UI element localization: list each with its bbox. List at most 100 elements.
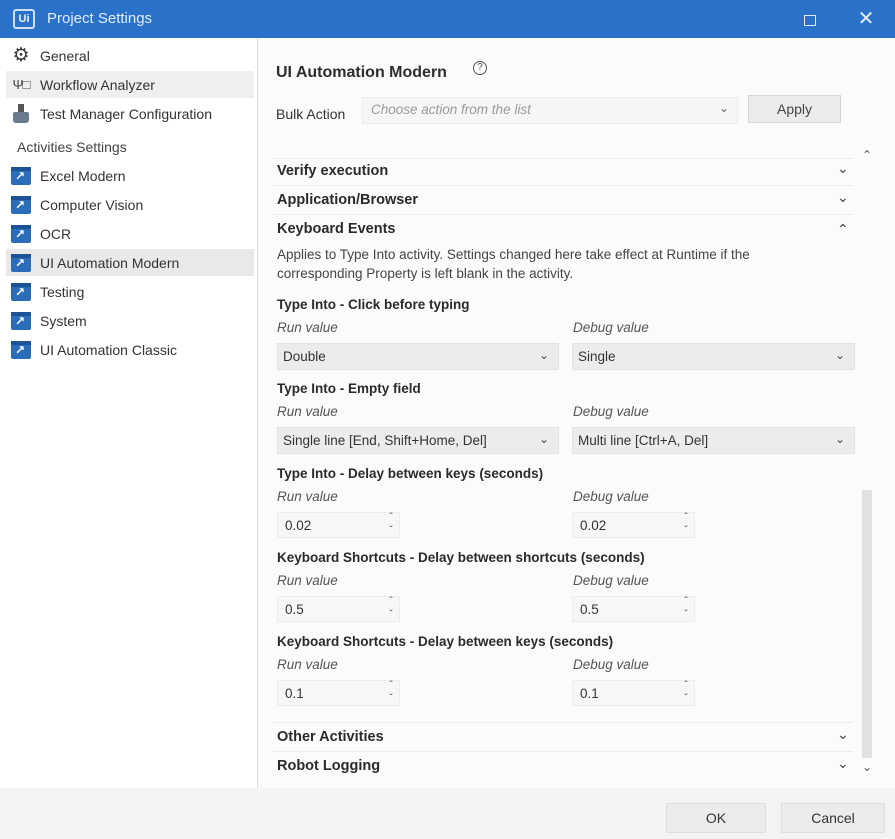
chevron-up-icon[interactable]: ⌃ xyxy=(837,221,849,238)
chevron-down-icon[interactable]: ⌄ xyxy=(837,755,849,772)
close-button[interactable]: ✕ xyxy=(852,6,880,32)
sidebar-item-label: Workflow Analyzer xyxy=(40,76,155,93)
sidebar-item-testing[interactable]: Testing xyxy=(6,278,254,305)
sidebar-item-label: OCR xyxy=(40,225,72,242)
sidebar-item-workflow-analyzer[interactable]: Ψ□ Workflow Analyzer xyxy=(6,71,254,98)
chevron-down-icon: ⌄ xyxy=(718,101,729,115)
spinner-arrows-icon[interactable]: ˆˇ xyxy=(385,511,397,537)
delay-between-keys-run-input[interactable]: 0.02 ˆˇ xyxy=(277,512,400,538)
scrollbar-thumb[interactable] xyxy=(862,490,872,758)
run-value-label: Run value xyxy=(277,657,338,672)
delay-between-keys-debug-input[interactable]: 0.02 ˆˇ xyxy=(572,512,695,538)
scroll-up-button[interactable]: ⌃ xyxy=(862,148,872,162)
package-icon xyxy=(10,195,32,215)
group-verify-execution[interactable]: Verify execution xyxy=(277,163,388,179)
click-before-typing-run-select[interactable]: Double ⌄ xyxy=(277,343,559,370)
group-other-activities[interactable]: Other Activities xyxy=(277,729,384,745)
sidebar-item-label: Computer Vision xyxy=(40,196,144,213)
divider xyxy=(273,722,853,723)
spinner-arrows-icon[interactable]: ˆˇ xyxy=(680,511,692,537)
chevron-down-icon: ⌄ xyxy=(834,432,845,446)
workflow-analyzer-icon: Ψ□ xyxy=(12,77,31,92)
sidebar-item-label: Test Manager Configuration xyxy=(40,105,212,122)
apply-button[interactable]: Apply xyxy=(748,95,841,123)
delay-between-shortcuts-debug-input[interactable]: 0.5 ˆˇ xyxy=(572,596,695,622)
keyboard-events-description: Applies to Type Into activity. Settings … xyxy=(277,247,750,281)
sidebar-item-ui-automation-classic[interactable]: UI Automation Classic xyxy=(6,336,254,363)
sidebar-item-ui-automation-modern[interactable]: UI Automation Modern xyxy=(6,249,254,276)
shortcut-delay-between-keys-debug-input[interactable]: 0.1 ˆˇ xyxy=(572,680,695,706)
gear-icon: ⚙ xyxy=(12,44,30,66)
field-title: Type Into - Empty field xyxy=(277,381,421,396)
divider xyxy=(273,185,853,186)
shortcut-delay-between-keys-run-input[interactable]: 0.1 ˆˇ xyxy=(277,680,400,706)
spinner-arrows-icon[interactable]: ˆˇ xyxy=(680,679,692,705)
empty-field-run-select[interactable]: Single line [End, Shift+Home, Del] ⌄ xyxy=(277,427,559,454)
maximize-button[interactable] xyxy=(796,6,824,32)
chevron-down-icon: ⌄ xyxy=(834,348,845,362)
input-value: 0.5 xyxy=(285,602,304,617)
sidebar-item-label: UI Automation Classic xyxy=(40,341,177,358)
input-value: 0.02 xyxy=(580,518,607,533)
run-value-label: Run value xyxy=(277,573,338,588)
maximize-icon xyxy=(804,14,816,26)
debug-value-label: Debug value xyxy=(573,657,649,672)
select-value: Double xyxy=(283,349,326,364)
spinner-arrows-icon[interactable]: ˆˇ xyxy=(385,595,397,621)
bulk-action-dropdown[interactable]: Choose action from the list ⌄ xyxy=(362,97,738,124)
divider xyxy=(273,158,853,159)
select-value: Single line [End, Shift+Home, Del] xyxy=(283,433,487,448)
chevron-down-icon[interactable]: ⌄ xyxy=(837,726,849,743)
scroll-down-button[interactable]: ⌄ xyxy=(862,760,872,774)
chevron-down-icon[interactable]: ⌄ xyxy=(837,160,849,177)
click-before-typing-debug-select[interactable]: Single ⌄ xyxy=(572,343,855,370)
field-title: Type Into - Delay between keys (seconds) xyxy=(277,466,544,481)
run-value-label: Run value xyxy=(277,489,338,504)
debug-value-label: Debug value xyxy=(573,320,649,335)
input-value: 0.1 xyxy=(580,686,599,701)
group-keyboard-events[interactable]: Keyboard Events xyxy=(277,221,395,237)
sidebar-item-computer-vision[interactable]: Computer Vision xyxy=(6,191,254,218)
debug-value-label: Debug value xyxy=(573,404,649,419)
input-value: 0.5 xyxy=(580,602,599,617)
run-value-label: Run value xyxy=(277,320,338,335)
package-icon xyxy=(10,340,32,360)
sidebar-item-ocr[interactable]: OCR xyxy=(6,220,254,247)
chevron-down-icon[interactable]: ⌄ xyxy=(837,189,849,206)
sidebar-item-test-manager-configuration[interactable]: Test Manager Configuration xyxy=(6,100,254,127)
spinner-arrows-icon[interactable]: ˆˇ xyxy=(385,679,397,705)
field-title: Type Into - Click before typing xyxy=(277,297,470,312)
spinner-arrows-icon[interactable]: ˆˇ xyxy=(680,595,692,621)
sidebar-item-excel-modern[interactable]: Excel Modern xyxy=(6,162,254,189)
sidebar: ⚙ General Ψ□ Workflow Analyzer Test Mana… xyxy=(0,38,258,788)
sidebar-item-label: Testing xyxy=(40,283,85,300)
sidebar-item-general[interactable]: ⚙ General xyxy=(6,42,254,69)
sidebar-item-system[interactable]: System xyxy=(6,307,254,334)
package-icon xyxy=(10,253,32,273)
delay-between-shortcuts-run-input[interactable]: 0.5 ˆˇ xyxy=(277,596,400,622)
package-icon xyxy=(10,282,32,302)
help-icon[interactable]: ? xyxy=(473,61,487,75)
chevron-down-icon: ⌄ xyxy=(538,348,549,362)
package-icon xyxy=(10,311,32,331)
field-title: Keyboard Shortcuts - Delay between keys … xyxy=(277,634,614,649)
page-title: UI Automation Modern xyxy=(276,64,447,81)
group-robot-logging[interactable]: Robot Logging xyxy=(277,758,380,774)
bulk-action-placeholder: Choose action from the list xyxy=(371,102,531,117)
package-icon xyxy=(10,224,32,244)
sidebar-item-label: General xyxy=(40,47,90,64)
settings-content: UI Automation Modern ? Bulk Action Choos… xyxy=(259,38,895,788)
activities-settings-heading: Activities Settings xyxy=(17,139,127,155)
chevron-down-icon: ⌄ xyxy=(538,432,549,446)
debug-value-label: Debug value xyxy=(573,489,649,504)
title-bar: Ui Project Settings ✕ xyxy=(0,0,895,38)
debug-value-label: Debug value xyxy=(573,573,649,588)
select-value: Multi line [Ctrl+A, Del] xyxy=(578,433,709,448)
group-application-browser[interactable]: Application/Browser xyxy=(277,192,418,208)
divider xyxy=(273,751,853,752)
ok-button[interactable]: OK xyxy=(666,803,766,833)
empty-field-debug-select[interactable]: Multi line [Ctrl+A, Del] ⌄ xyxy=(572,427,855,454)
cancel-button[interactable]: Cancel xyxy=(781,803,885,833)
app-logo-icon: Ui xyxy=(13,9,35,29)
divider xyxy=(273,214,853,215)
